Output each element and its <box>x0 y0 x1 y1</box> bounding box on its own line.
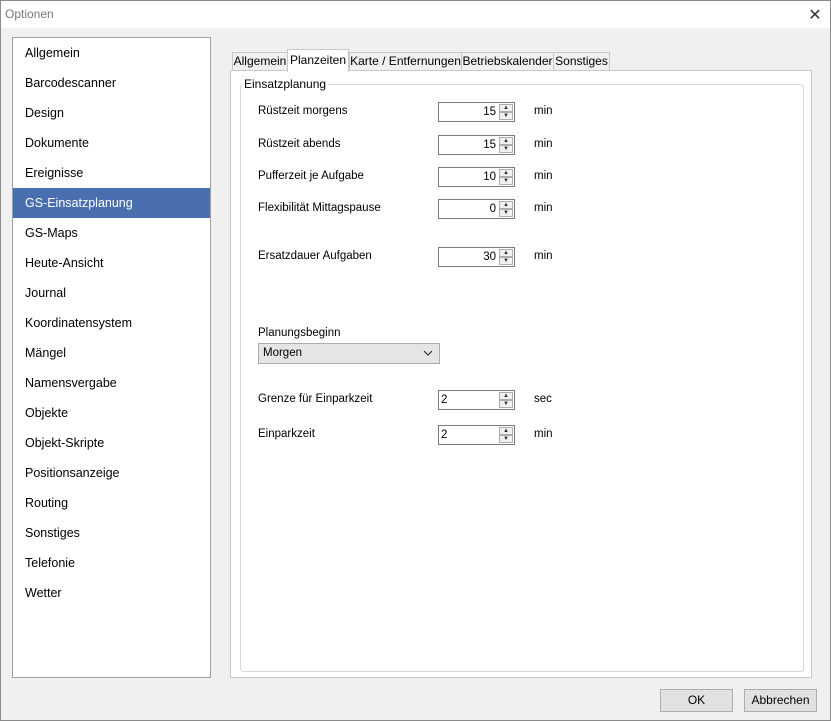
einparkzeit-label: Einparkzeit <box>258 428 315 440</box>
spinner-value[interactable]: 30 <box>439 248 498 266</box>
spin-down-icon[interactable]: ▼ <box>499 177 513 185</box>
sidebar-item-heute-ansicht[interactable]: Heute-Ansicht <box>13 248 210 278</box>
spin-down-icon[interactable]: ▼ <box>499 145 513 153</box>
flexibilitaet-unit: min <box>534 202 553 214</box>
spinner-value[interactable]: 2 <box>439 426 498 444</box>
sidebar-item-ereignisse[interactable]: Ereignisse <box>13 158 210 188</box>
spin-down-icon[interactable]: ▼ <box>499 435 513 443</box>
ruestzeit-abends-label: Rüstzeit abends <box>258 138 341 150</box>
close-button[interactable]: ✕ <box>800 1 830 28</box>
sidebar-item-barcodescanner[interactable]: Barcodescanner <box>13 68 210 98</box>
sidebar-item-sonstiges[interactable]: Sonstiges <box>13 518 210 548</box>
spin-up-icon[interactable]: ▲ <box>499 392 513 400</box>
title-bar: Optionen ✕ <box>1 1 830 28</box>
sidebar-item-objekt-skripte[interactable]: Objekt-Skripte <box>13 428 210 458</box>
close-icon: ✕ <box>808 6 822 24</box>
tab-allgemein[interactable]: Allgemein <box>232 52 288 71</box>
planungsbeginn-label: Planungsbeginn <box>258 327 341 339</box>
grenze-einparkzeit-label: Grenze für Einparkzeit <box>258 393 373 405</box>
ersatzdauer-unit: min <box>534 250 553 262</box>
category-list: Allgemein Barcodescanner Design Dokument… <box>12 37 211 678</box>
ruestzeit-morgens-label: Rüstzeit morgens <box>258 105 348 117</box>
spin-down-icon[interactable]: ▼ <box>499 112 513 120</box>
sidebar-item-wetter[interactable]: Wetter <box>13 578 210 608</box>
spinner-value[interactable]: 10 <box>439 168 498 186</box>
tab-betriebskalender[interactable]: Betriebskalender <box>461 52 554 71</box>
sidebar-item-routing[interactable]: Routing <box>13 488 210 518</box>
cancel-button[interactable]: Abbrechen <box>744 689 817 712</box>
pufferzeit-spinner[interactable]: 10 ▲ ▼ <box>438 167 515 187</box>
grenze-einparkzeit-spinner[interactable]: 2 ▲ ▼ <box>438 390 515 410</box>
options-dialog: Optionen ✕ Allgemein Barcodescanner Desi… <box>0 0 831 721</box>
spin-down-icon[interactable]: ▼ <box>499 209 513 217</box>
tab-planzeiten[interactable]: Planzeiten <box>287 49 349 72</box>
tab-sonstiges[interactable]: Sonstiges <box>553 52 610 71</box>
sidebar-item-positionsanzeige[interactable]: Positionsanzeige <box>13 458 210 488</box>
spin-down-icon[interactable]: ▼ <box>499 400 513 408</box>
spinner-value[interactable]: 2 <box>439 391 498 409</box>
ruestzeit-abends-spinner[interactable]: 15 ▲ ▼ <box>438 135 515 155</box>
ruestzeit-morgens-unit: min <box>534 105 553 117</box>
ersatzdauer-label: Ersatzdauer Aufgaben <box>258 250 372 262</box>
tab-panel-planzeiten: Einsatzplanung <box>230 70 812 678</box>
spin-up-icon[interactable]: ▲ <box>499 169 513 177</box>
spinner-value[interactable]: 15 <box>439 103 498 121</box>
sidebar-item-telefonie[interactable]: Telefonie <box>13 548 210 578</box>
chevron-down-icon <box>423 350 433 356</box>
sidebar-item-gs-maps[interactable]: GS-Maps <box>13 218 210 248</box>
ruestzeit-morgens-spinner[interactable]: 15 ▲ ▼ <box>438 102 515 122</box>
pufferzeit-label: Pufferzeit je Aufgabe <box>258 170 364 182</box>
grenze-einparkzeit-unit: sec <box>534 393 552 405</box>
spin-up-icon[interactable]: ▲ <box>499 137 513 145</box>
planungsbeginn-dropdown[interactable]: Morgen <box>258 343 440 364</box>
ersatzdauer-spinner[interactable]: 30 ▲ ▼ <box>438 247 515 267</box>
pufferzeit-unit: min <box>534 170 553 182</box>
spin-up-icon[interactable]: ▲ <box>499 427 513 435</box>
sidebar-item-namensvergabe[interactable]: Namensvergabe <box>13 368 210 398</box>
sidebar-item-allgemein[interactable]: Allgemein <box>13 38 210 68</box>
dropdown-value: Morgen <box>263 347 302 359</box>
spin-up-icon[interactable]: ▲ <box>499 249 513 257</box>
sidebar-item-gs-einsatzplanung[interactable]: GS-Einsatzplanung <box>13 188 210 218</box>
sidebar-item-journal[interactable]: Journal <box>13 278 210 308</box>
group-title: Einsatzplanung <box>242 77 329 91</box>
tab-karte-entfernungen[interactable]: Karte / Entfernungen <box>349 52 462 71</box>
sidebar-item-maengel[interactable]: Mängel <box>13 338 210 368</box>
spin-up-icon[interactable]: ▲ <box>499 201 513 209</box>
sidebar-item-design[interactable]: Design <box>13 98 210 128</box>
ruestzeit-abends-unit: min <box>534 138 553 150</box>
spinner-value[interactable]: 15 <box>439 136 498 154</box>
spinner-value[interactable]: 0 <box>439 200 498 218</box>
window-title: Optionen <box>5 7 54 21</box>
sidebar-item-objekte[interactable]: Objekte <box>13 398 210 428</box>
spin-up-icon[interactable]: ▲ <box>499 104 513 112</box>
sidebar-item-dokumente[interactable]: Dokumente <box>13 128 210 158</box>
sidebar-item-koordinatensystem[interactable]: Koordinatensystem <box>13 308 210 338</box>
einparkzeit-unit: min <box>534 428 553 440</box>
einparkzeit-spinner[interactable]: 2 ▲ ▼ <box>438 425 515 445</box>
flexibilitaet-label: Flexibilität Mittagspause <box>258 202 381 214</box>
ok-button[interactable]: OK <box>660 689 733 712</box>
spin-down-icon[interactable]: ▼ <box>499 257 513 265</box>
flexibilitaet-spinner[interactable]: 0 ▲ ▼ <box>438 199 515 219</box>
